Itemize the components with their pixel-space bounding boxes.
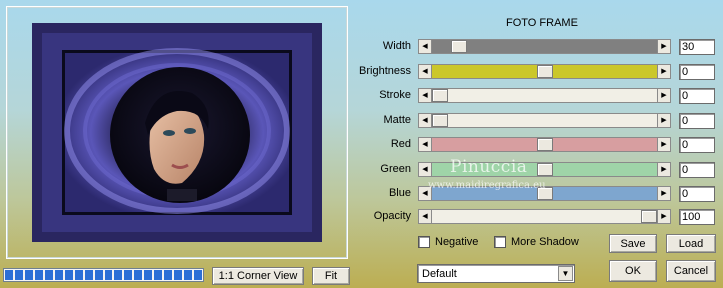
progress-block [124,270,133,280]
load-button[interactable]: Load [666,234,716,253]
fit-button[interactable]: Fit [312,267,350,285]
slider-row-blue: Blue ◀ ▶ 0 [0,186,723,202]
opacity-value-input[interactable]: 100 [679,209,715,225]
progress-block [5,270,13,280]
progress-block [64,270,73,280]
chevron-down-icon[interactable]: ▼ [558,266,573,281]
ok-button[interactable]: OK [609,260,657,282]
slider-row-opacity: Opacity ◀ ▶ 100 [0,209,723,225]
progress-block [84,270,93,280]
right-arrow-icon[interactable]: ▶ [657,89,670,102]
right-arrow-icon[interactable]: ▶ [657,138,670,151]
progress-bar [3,268,204,282]
left-arrow-icon[interactable]: ◀ [419,138,432,151]
more-shadow-checkbox[interactable]: More Shadow [494,236,579,248]
green-label: Green [380,163,411,175]
slider-row-stroke: Stroke ◀ ▶ 0 [0,88,723,104]
brightness-slider[interactable]: ◀ ▶ [418,64,671,79]
slider-row-matte: Matte ◀ ▶ 0 [0,113,723,129]
slider-row-green: Green ◀ ▶ 0 [0,162,723,178]
blue-label: Blue [388,187,411,199]
save-button[interactable]: Save [609,234,657,253]
brightness-slider-thumb[interactable] [536,65,553,78]
red-value-input[interactable]: 0 [679,137,715,153]
cancel-button[interactable]: Cancel [666,260,716,282]
right-arrow-icon[interactable]: ▶ [657,163,670,176]
right-arrow-icon[interactable]: ▶ [657,187,670,200]
progress-block [104,270,113,280]
green-slider[interactable]: ◀ ▶ [418,162,671,177]
green-slider-thumb[interactable] [536,163,553,176]
left-arrow-icon[interactable]: ◀ [419,65,432,78]
stroke-value-input[interactable]: 0 [679,88,715,104]
stroke-label: Stroke [379,89,411,101]
blue-slider[interactable]: ◀ ▶ [418,186,671,201]
left-arrow-icon[interactable]: ◀ [419,210,432,223]
progress-block [184,270,193,280]
blue-value-input[interactable]: 0 [679,186,715,202]
preset-selected-value: Default [422,268,457,280]
stroke-slider[interactable]: ◀ ▶ [418,88,671,103]
matte-value-input[interactable]: 0 [679,113,715,129]
red-slider[interactable]: ◀ ▶ [418,137,671,152]
green-value-input[interactable]: 0 [679,162,715,178]
right-arrow-icon[interactable]: ▶ [657,65,670,78]
opacity-slider-thumb[interactable] [641,210,657,223]
brightness-value-input[interactable]: 0 [679,64,715,80]
left-arrow-icon[interactable]: ◀ [419,40,432,53]
more-shadow-checkbox-box[interactable] [494,236,506,248]
negative-label: Negative [435,236,479,248]
progress-block [54,270,63,280]
slider-row-brightness: Brightness ◀ ▶ 0 [0,64,723,80]
width-slider[interactable]: ◀ ▶ [418,39,671,54]
left-arrow-icon[interactable]: ◀ [419,187,432,200]
preset-select[interactable]: Default ▼ [417,264,575,283]
opacity-label: Opacity [373,210,411,222]
width-value-input[interactable]: 30 [679,39,715,55]
progress-block [194,270,203,280]
width-label: Width [382,40,411,52]
blue-slider-thumb[interactable] [536,187,553,200]
left-arrow-icon[interactable]: ◀ [419,163,432,176]
progress-block [94,270,103,280]
progress-block [174,270,183,280]
corner-view-button[interactable]: 1:1 Corner View [212,267,304,285]
left-arrow-icon[interactable]: ◀ [419,89,432,102]
more-shadow-label: More Shadow [511,236,579,248]
progress-block [44,270,53,280]
progress-block [34,270,43,280]
progress-block [144,270,153,280]
matte-label: Matte [383,114,411,126]
matte-slider-track[interactable] [432,114,657,127]
negative-checkbox-box[interactable] [418,236,430,248]
red-slider-thumb[interactable] [536,138,553,151]
progress-block [74,270,83,280]
matte-slider[interactable]: ◀ ▶ [418,113,671,128]
opacity-slider-track[interactable] [432,210,657,223]
width-slider-thumb[interactable] [450,40,467,53]
progress-block [134,270,143,280]
opacity-slider[interactable]: ◀ ▶ [418,209,671,224]
matte-slider-thumb[interactable] [432,114,448,127]
right-arrow-icon[interactable]: ▶ [657,40,670,53]
slider-row-width: Width ◀ ▶ 30 [0,39,723,55]
right-arrow-icon[interactable]: ▶ [657,210,670,223]
progress-block [154,270,163,280]
stroke-slider-thumb[interactable] [432,89,448,102]
brightness-label: Brightness [359,65,411,77]
slider-row-red: Red ◀ ▶ 0 [0,137,723,153]
red-label: Red [390,138,411,150]
progress-block [164,270,173,280]
panel-title: FOTO FRAME [506,17,578,29]
stroke-slider-track[interactable] [432,89,657,102]
negative-checkbox[interactable]: Negative [418,236,478,248]
progress-block [24,270,33,280]
right-arrow-icon[interactable]: ▶ [657,114,670,127]
progress-block [14,270,23,280]
left-arrow-icon[interactable]: ◀ [419,114,432,127]
progress-block [114,270,123,280]
